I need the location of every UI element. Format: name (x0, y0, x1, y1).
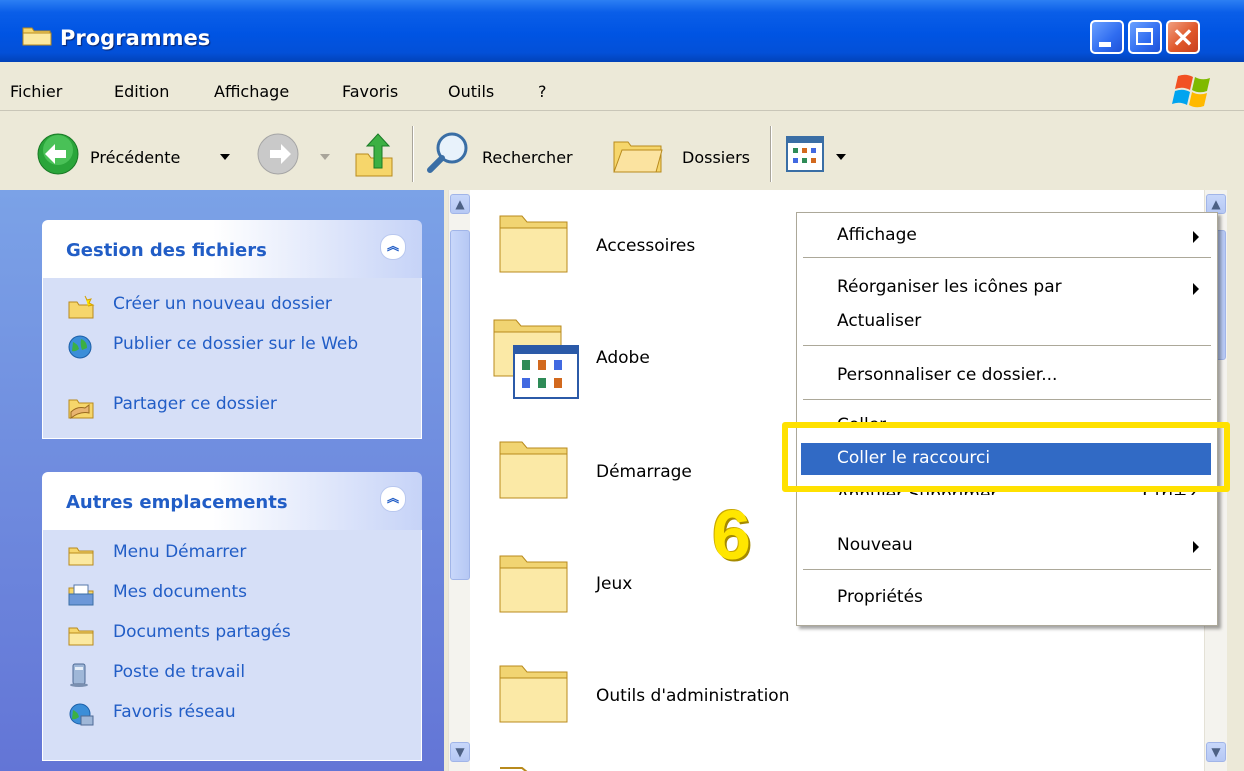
folders-icon[interactable] (612, 136, 664, 174)
close-icon: × (1171, 20, 1195, 53)
computer-icon (70, 663, 88, 687)
task-pane: Gestion des fichiers ︽ Créer un nouveau … (0, 190, 471, 771)
submenu-arrow-icon (1193, 231, 1199, 243)
close-button[interactable]: × (1166, 20, 1200, 54)
scroll-up-icon[interactable]: ▲ (1206, 194, 1226, 214)
file-item[interactable]: Accessoires (470, 190, 800, 300)
other-places-header[interactable]: Autres emplacements ︽ (42, 472, 422, 530)
ctx-proprietes[interactable]: Propriétés (837, 587, 923, 607)
maximize-icon (1136, 28, 1153, 45)
search-icon[interactable] (424, 130, 472, 178)
file-name: Démarrage (596, 462, 692, 482)
folder-icon (499, 441, 568, 499)
back-dropdown-icon[interactable] (220, 154, 230, 160)
minimize-icon (1099, 42, 1111, 47)
up-folder-icon[interactable] (352, 132, 396, 178)
file-item[interactable]: Outils d'administration (470, 640, 850, 750)
file-name: Outils d'administration (596, 686, 790, 706)
context-menu: Affichage Réorganiser les icônes par Act… (796, 212, 1218, 626)
network-icon (69, 703, 94, 726)
ctx-reorganiser[interactable]: Réorganiser les icônes par (837, 277, 1062, 297)
file-tasks-title: Gestion des fichiers (66, 240, 267, 261)
maximize-button[interactable] (1128, 20, 1162, 54)
folder-icon (499, 555, 568, 613)
title-bar[interactable]: Programmes × (0, 0, 1244, 62)
highlight-frame (782, 422, 1230, 492)
menu-outils[interactable]: Outils (448, 82, 494, 101)
collapse-icon[interactable]: ︽ (380, 486, 406, 512)
toolbar-separator (770, 126, 772, 182)
file-name: Jeux (596, 574, 633, 594)
back-button-label[interactable]: Précédente (90, 148, 180, 167)
views-dropdown-icon[interactable] (836, 154, 846, 160)
submenu-arrow-icon (1193, 283, 1199, 295)
folder-icon (68, 627, 94, 646)
submenu-arrow-icon (1193, 541, 1199, 553)
place-label: Poste de travail (113, 662, 246, 682)
task-label: Partager ce dossier (113, 394, 277, 414)
folder-icon (22, 27, 52, 46)
folders-button-label[interactable]: Dossiers (682, 148, 750, 167)
menu-bar: Fichier Edition Affichage Favoris Outils… (0, 70, 1244, 111)
ctx-actualiser[interactable]: Actualiser (837, 311, 921, 331)
menu-fichier[interactable]: Fichier (10, 82, 62, 101)
new-folder-icon (68, 295, 95, 319)
ctx-nouveau[interactable]: Nouveau (837, 535, 913, 555)
file-item[interactable]: Adobe (470, 306, 800, 416)
task-pane-scrollbar[interactable]: ▲ ▼ (448, 190, 471, 771)
place-label: Documents partagés (113, 622, 291, 642)
folder-icon (500, 767, 567, 771)
menu-affichage[interactable]: Affichage (214, 82, 289, 101)
ctx-personnaliser[interactable]: Personnaliser ce dossier... (837, 365, 1057, 385)
folder-icon (499, 215, 568, 273)
search-button-label[interactable]: Rechercher (482, 148, 573, 167)
place-label: Mes documents (113, 582, 248, 602)
folder-icon (68, 547, 94, 566)
menu-separator (803, 257, 1211, 258)
forward-dropdown-icon[interactable] (320, 154, 330, 160)
folder-program-icon (493, 319, 579, 399)
publish-web-icon (68, 335, 92, 359)
menu-separator (803, 569, 1211, 570)
folder-icon (499, 665, 568, 723)
file-name: Accessoires (596, 236, 696, 256)
my-documents-icon (68, 584, 94, 606)
menu-edition[interactable]: Edition (114, 82, 169, 101)
collapse-icon[interactable]: ︽ (380, 234, 406, 260)
scroll-down-icon[interactable]: ▼ (1206, 742, 1226, 762)
file-name: Adobe (596, 348, 650, 368)
other-places-panel: Autres emplacements ︽ Menu Démarrer Mes … (42, 472, 422, 761)
scroll-down-icon[interactable]: ▼ (450, 742, 470, 762)
scroll-up-icon[interactable]: ▲ (450, 194, 470, 214)
ctx-affichage[interactable]: Affichage (837, 225, 917, 245)
windows-logo-icon (1172, 74, 1210, 108)
other-places-body: Menu Démarrer Mes documents Documents pa… (42, 530, 422, 761)
other-places-title: Autres emplacements (66, 492, 288, 513)
file-tasks-panel: Gestion des fichiers ︽ Créer un nouveau … (42, 220, 422, 439)
views-icon[interactable] (786, 136, 824, 172)
menu-separator (803, 345, 1211, 346)
file-tasks-header[interactable]: Gestion des fichiers ︽ (42, 220, 422, 278)
place-label: Menu Démarrer (113, 542, 247, 562)
toolbar-separator (412, 126, 414, 182)
task-label: Créer un nouveau dossier (113, 294, 332, 314)
scroll-thumb[interactable] (450, 230, 470, 580)
place-label: Favoris réseau (113, 702, 236, 722)
share-folder-icon (68, 399, 94, 420)
menu-separator (803, 399, 1211, 400)
explorer-window: Programmes × Fichier Edition Affichage F… (0, 0, 1244, 771)
menu-favoris[interactable]: Favoris (342, 82, 398, 101)
step-number: 6 (712, 496, 751, 574)
menu-help[interactable]: ? (538, 82, 547, 101)
back-arrow-icon[interactable] (36, 132, 80, 176)
task-label: Publier ce dossier sur le Web (113, 334, 359, 354)
toolbar: Précédente Rechercher Dossiers (0, 112, 1244, 188)
window-title: Programmes (60, 26, 211, 50)
forward-arrow-icon[interactable] (256, 132, 300, 176)
minimize-button[interactable] (1090, 20, 1124, 54)
file-tasks-body: Créer un nouveau dossier Publier ce doss… (42, 278, 422, 439)
